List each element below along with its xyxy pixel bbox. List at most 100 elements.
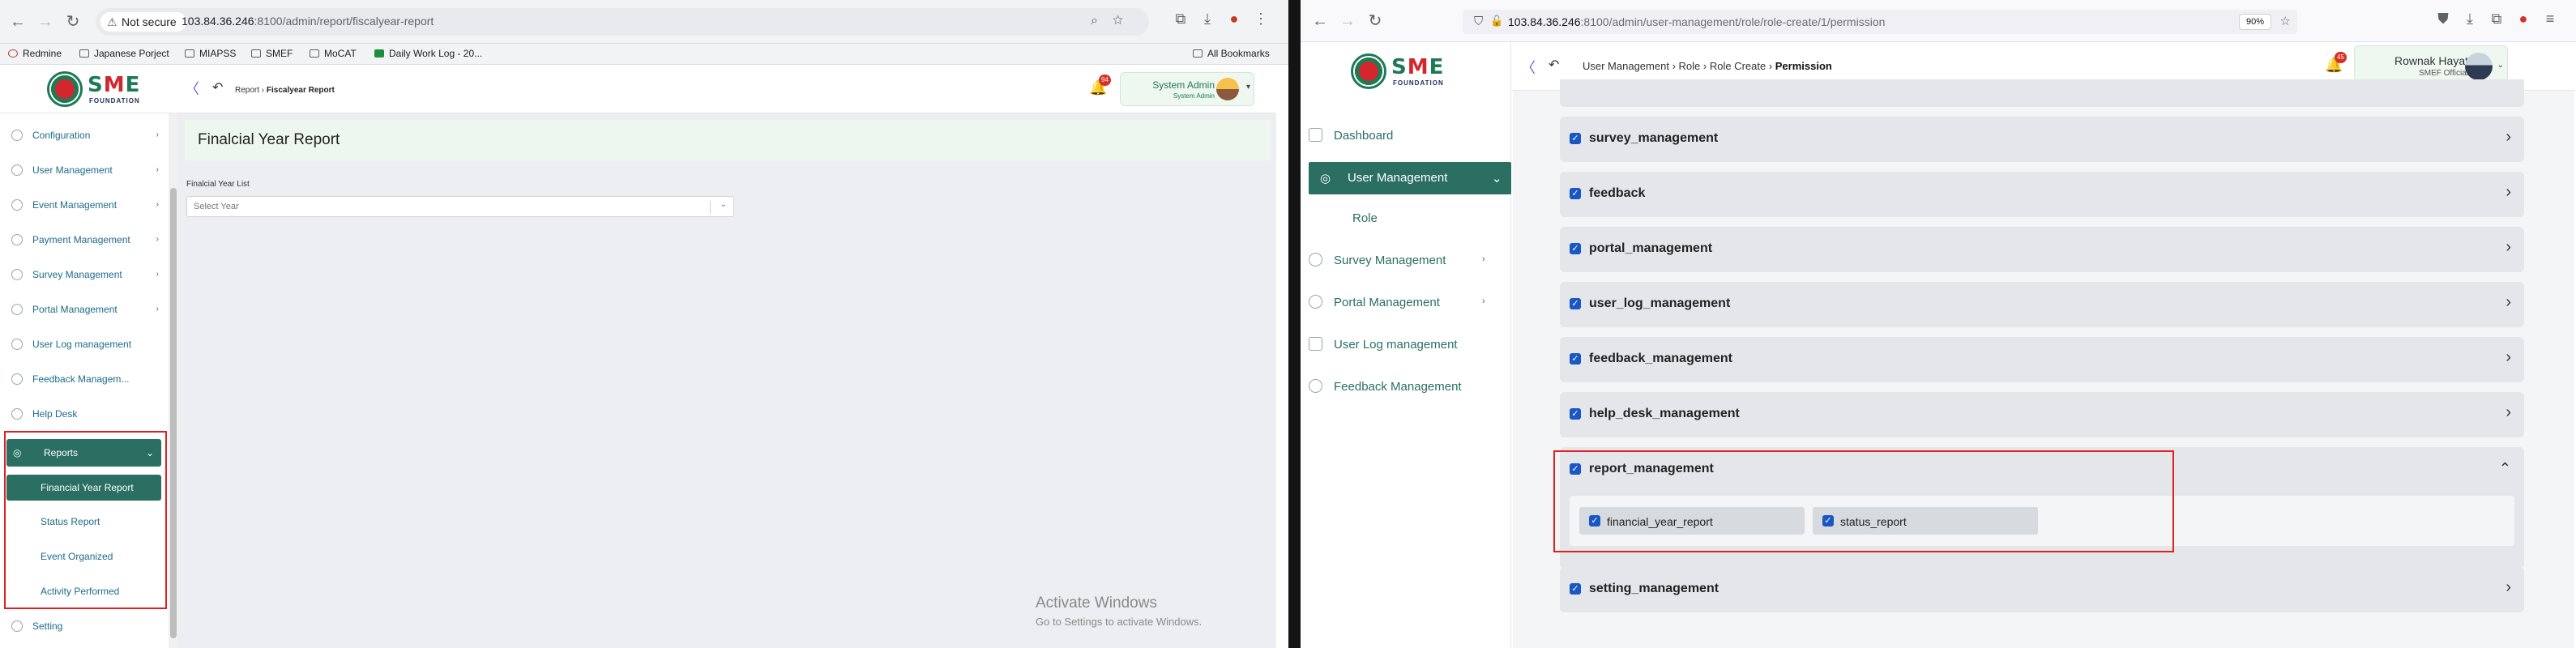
pocket-icon[interactable]: ⛊ (2432, 11, 2454, 28)
breadcrumb-user-management[interactable]: User Management (1583, 60, 1669, 72)
permission-label: user_log_management (1589, 296, 1731, 310)
chevron-right-icon[interactable]: › (2506, 183, 2511, 202)
forward-icon[interactable]: → (36, 12, 55, 32)
back-arrow-icon[interactable]: ↶ (212, 79, 223, 96)
sidebar-item-user-log[interactable]: User Log management (11, 339, 165, 355)
menu-icon[interactable]: ≡ (2539, 11, 2561, 28)
address-bar[interactable]: ⚠ Not secure 103.84.36.246:8100/admin/re… (96, 8, 1149, 36)
breadcrumb-role[interactable]: Role (1679, 60, 1701, 72)
collapse-sidebar-icon[interactable]: 〈 (1521, 57, 1536, 78)
chevron-right-icon[interactable]: › (2506, 348, 2511, 367)
sidebar-scrollbar[interactable] (169, 113, 178, 648)
checkbox-checked-icon[interactable]: ✓ (1570, 243, 1581, 254)
breadcrumb-report[interactable]: Report (235, 86, 259, 95)
sidebar-item-event-management[interactable]: Event Management › (11, 199, 165, 215)
sidebar-item-setting[interactable]: Setting (11, 620, 165, 637)
permission-row[interactable]: ✓ user_log_management › (1560, 282, 2524, 327)
breadcrumb-role-create[interactable]: Role Create (1710, 60, 1766, 72)
user-menu[interactable]: System Admin System Admin ▾ (1120, 72, 1254, 106)
sidebar-item-help-desk[interactable]: Help Desk (11, 408, 165, 424)
notification-bell-icon[interactable]: 🔔 45 (2325, 52, 2347, 74)
back-icon[interactable]: ← (8, 12, 28, 32)
back-arrow-icon[interactable]: ↶ (1549, 57, 1559, 73)
menu-icon[interactable]: ⋮ (1250, 11, 1272, 28)
star-icon[interactable]: ☆ (2280, 14, 2291, 28)
bookmark-japanese-porject[interactable]: Japanese Porject (79, 48, 169, 59)
collapse-sidebar-icon[interactable]: 〈 (185, 78, 199, 99)
sidebar-item-user-management[interactable]: User Management › (11, 164, 165, 181)
sidebar-item-user-management[interactable]: ◎ User Management ⌄ (1309, 162, 1511, 194)
checkbox-checked-icon[interactable]: ✓ (1570, 408, 1581, 420)
sidebar-item-user-log[interactable]: User Log management (1309, 337, 1458, 352)
star-icon[interactable]: ☆ (1113, 14, 1138, 28)
bookmark-all[interactable]: All Bookmarks (1193, 48, 1270, 59)
chevron-right-icon[interactable]: › (2506, 238, 2511, 257)
checkbox-checked-icon[interactable]: ✓ (1822, 515, 1834, 526)
bookmark-miapss[interactable]: MIAPSS (185, 48, 236, 59)
sidebar-item-configuration[interactable]: Configuration › (11, 130, 165, 146)
permission-label: feedback_management (1589, 352, 1732, 365)
permission-row[interactable]: ✓ feedback › (1560, 172, 2524, 217)
sidebar-item-feedback[interactable]: Feedback Managem... (11, 373, 165, 390)
permission-row[interactable]: ✓ survey_management › (1560, 117, 2524, 162)
sidebar-item-survey-management[interactable]: Survey Management › (1309, 253, 1485, 267)
notification-bell-icon[interactable]: 🔔 94 (1089, 75, 1111, 96)
reload-icon[interactable]: ↻ (63, 12, 83, 32)
omnibox-icons: ⌕☆ (1091, 14, 1138, 28)
warning-icon: ⚠ (107, 15, 117, 28)
sidebar-item-portal-management[interactable]: Portal Management › (11, 304, 165, 320)
address-bar[interactable]: ⛉ 🔓 103.84.36.246:8100/admin/user-manage… (1463, 10, 2297, 34)
sidebar-item-feedback[interactable]: Feedback Management (1309, 379, 1462, 394)
bookmark-redmine[interactable]: Redmine (8, 48, 62, 59)
checkbox-checked-icon[interactable]: ✓ (1570, 583, 1581, 595)
downloads-icon[interactable]: ⤓ (2459, 11, 2481, 28)
chevron-right-icon[interactable]: › (2506, 128, 2511, 147)
sme-logo[interactable]: SME FOUNDATION (47, 70, 144, 109)
reload-icon[interactable]: ↻ (1365, 11, 1385, 31)
permission-label: feedback (1589, 186, 1646, 200)
permission-row[interactable]: ✓ setting_management › (1560, 567, 2524, 612)
extensions-icon[interactable]: ⧉ (2485, 11, 2508, 28)
url-text: 103.84.36.246:8100/admin/user-management… (1508, 15, 1885, 28)
checkbox-checked-icon[interactable]: ✓ (1589, 515, 1600, 526)
permission-row[interactable]: ✓ portal_management › (1560, 227, 2524, 272)
extensions-icon[interactable]: ⧉ (1169, 11, 1192, 28)
child-permission-chip[interactable]: ✓ financial_year_report (1579, 507, 1805, 535)
downloads-icon[interactable]: ⤓ (1196, 11, 1219, 28)
chevron-right-icon[interactable]: › (2506, 578, 2511, 597)
chevron-up-icon[interactable]: ⌃ (2499, 460, 2511, 477)
back-icon[interactable]: ← (1310, 11, 1330, 31)
bookmark-mocat[interactable]: MoCAT (310, 48, 357, 59)
permission-row[interactable]: ✓ feedback_management › (1560, 337, 2524, 382)
permission-row[interactable]: ✓ help_desk_management › (1560, 392, 2524, 437)
zoom-icon[interactable]: ⌕ (1091, 14, 1113, 28)
sidebar-item-dashboard[interactable]: Dashboard (1309, 128, 1393, 143)
sme-logo[interactable]: SME FOUNDATION (1351, 52, 1448, 91)
permission-row-expanded[interactable]: ✓ report_management ⌃ ✓ financial_year_r… (1560, 447, 2524, 569)
security-chip[interactable]: ⚠ Not secure (100, 12, 186, 32)
checkbox-checked-icon[interactable]: ✓ (1570, 463, 1581, 475)
checkbox-checked-icon[interactable]: ✓ (1570, 188, 1581, 199)
bookmark-daily-work-log[interactable]: Daily Work Log - 20... (374, 48, 482, 59)
sidebar-item-payment-management[interactable]: Payment Management › (11, 234, 165, 250)
chevron-right-icon[interactable]: › (2506, 403, 2511, 422)
url-path: :8100/admin/user-management/role/role-cr… (1580, 15, 1886, 28)
bookmark-smef[interactable]: SMEF (251, 48, 293, 59)
user-menu[interactable]: Rownak Hayat SMEF Official ⌄ (2354, 45, 2508, 86)
child-permission-chip[interactable]: ✓ status_report (1813, 507, 2038, 535)
addon-icon[interactable]: ● (2512, 11, 2535, 28)
checkbox-checked-icon[interactable]: ✓ (1570, 353, 1581, 364)
profile-icon[interactable]: ● (1223, 11, 1245, 28)
permission-label: setting_management (1589, 582, 1719, 595)
sidebar-item-survey-management[interactable]: Survey Management › (11, 269, 165, 285)
chevron-right-icon[interactable]: › (2506, 293, 2511, 312)
checkbox-checked-icon[interactable]: ✓ (1570, 298, 1581, 309)
sidebar-item-portal-management[interactable]: Portal Management › (1309, 295, 1485, 309)
checkbox-checked-icon[interactable]: ✓ (1570, 133, 1581, 144)
forward-icon[interactable]: → (1338, 11, 1357, 31)
year-select[interactable]: Select Year ⌄ (186, 196, 734, 217)
scrollbar-thumb[interactable] (170, 188, 177, 638)
sidebar-subitem-role[interactable]: Role (1352, 211, 1378, 225)
zoom-level[interactable]: 90% (2238, 14, 2271, 30)
user-icon (11, 164, 23, 176)
